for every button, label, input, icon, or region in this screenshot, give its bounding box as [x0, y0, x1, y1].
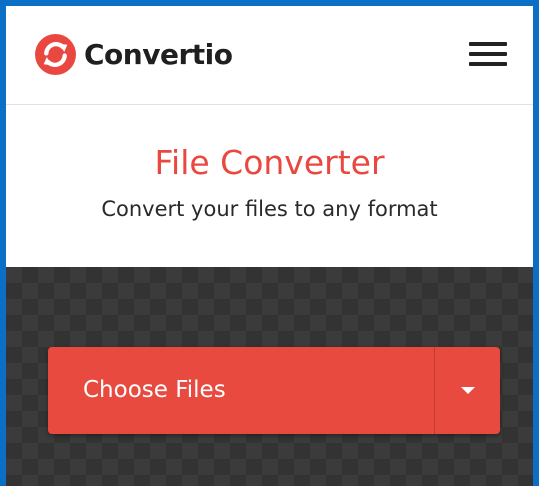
hero-section: File Converter Convert your files to any… — [6, 105, 533, 267]
page-title: File Converter — [154, 143, 385, 182]
menu-line — [469, 42, 507, 46]
brand-name: Convertio — [84, 38, 233, 71]
choose-files-button[interactable]: Choose Files — [48, 347, 500, 434]
browser-frame: Convertio File Converter Convert your fi… — [0, 0, 539, 486]
refresh-arrows-icon — [35, 34, 76, 75]
hamburger-menu-icon[interactable] — [469, 40, 507, 68]
menu-line — [469, 62, 507, 66]
caret-down-icon — [461, 387, 475, 394]
choose-files-label: Choose Files — [83, 377, 226, 403]
menu-line — [469, 52, 507, 56]
page-subtitle: Convert your files to any format — [101, 197, 438, 221]
upload-area: Choose Files — [6, 267, 533, 486]
brand-logo[interactable]: Convertio — [35, 34, 233, 75]
site-header: Convertio — [6, 6, 533, 105]
source-dropdown-button[interactable] — [435, 347, 500, 434]
